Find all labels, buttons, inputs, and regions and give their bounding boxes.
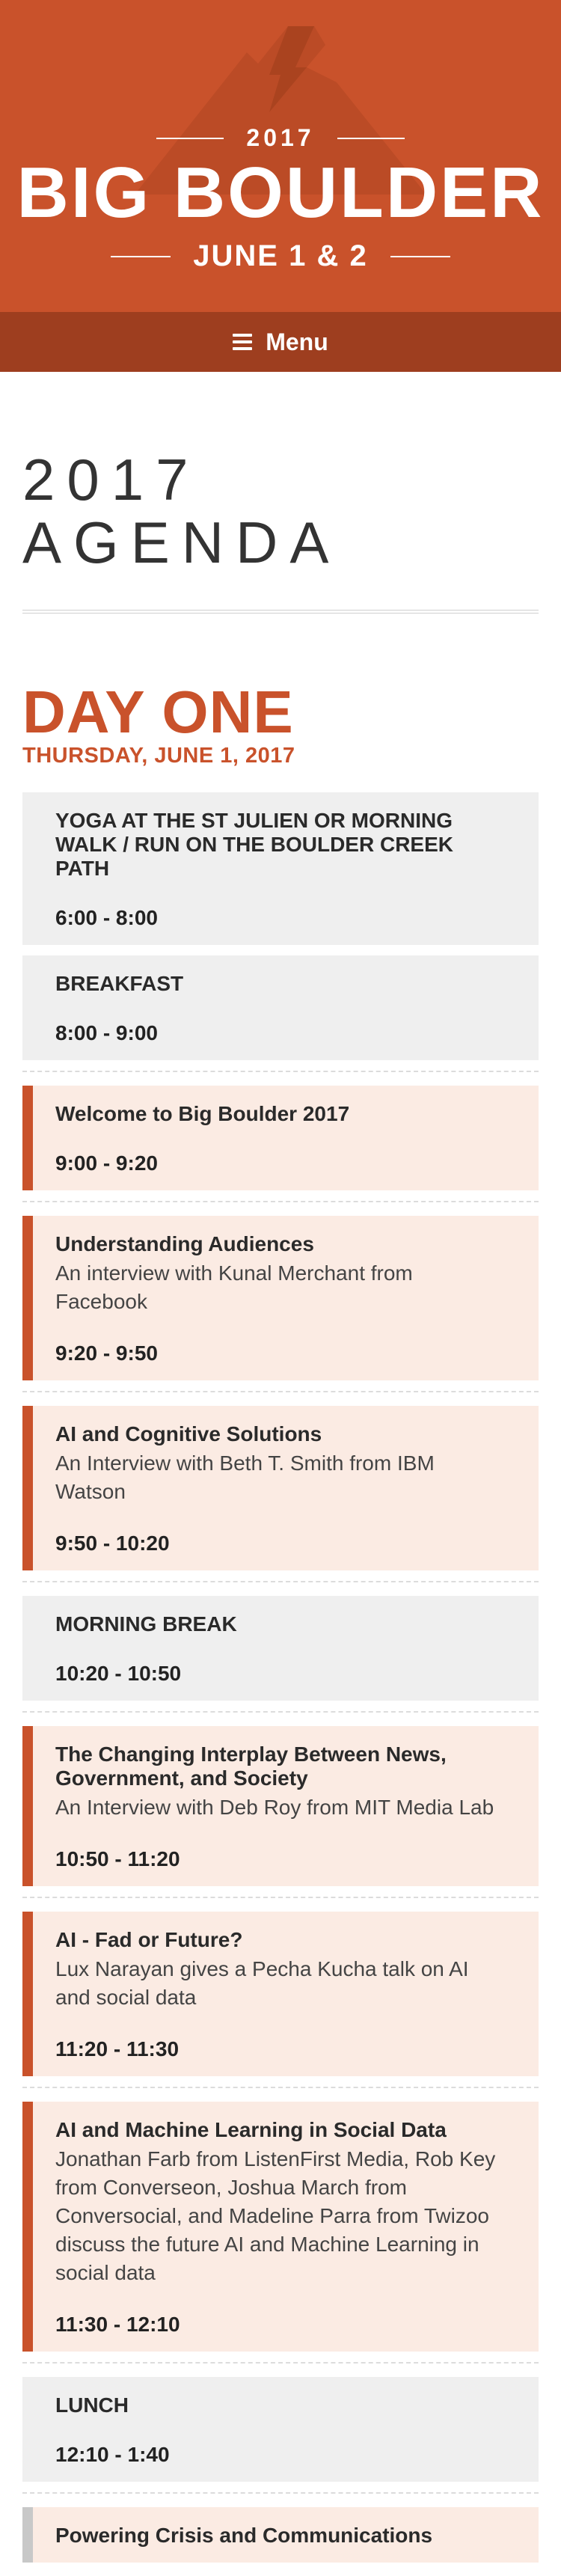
dashed-divider [22, 1897, 539, 1898]
agenda-list: YOGA AT THE ST JULIEN OR MORNING WALK / … [22, 792, 539, 2563]
title-divider [22, 610, 539, 614]
day-name: DAY ONE [22, 679, 294, 745]
agenda-item-time: 9:50 - 10:20 [55, 1532, 170, 1555]
header-year: 2017 [246, 124, 315, 151]
page-title: 2017 AGENDA [22, 448, 539, 574]
agenda-item-time: 10:50 - 11:20 [55, 1847, 180, 1870]
dashed-divider [22, 1201, 539, 1202]
agenda-item-title: Powering Crisis and Communications [55, 2524, 433, 2547]
agenda-item-description: Lux Narayan gives a Pecha Kucha talk on … [55, 1957, 469, 2009]
header-rule-left [156, 137, 224, 139]
agenda-item-time: 8:00 - 9:00 [55, 1021, 158, 1044]
hamburger-icon [233, 334, 253, 350]
agenda-item[interactable]: AI - Fad or Future? Lux Narayan gives a … [22, 1912, 539, 2076]
agenda-item[interactable]: Welcome to Big Boulder 2017 9:00 - 9:20 [22, 1086, 539, 1190]
dashed-divider [22, 2492, 539, 2494]
agenda-item-title: AI and Cognitive Solutions [55, 1422, 322, 1445]
agenda-item-title: BREAKFAST [55, 972, 184, 995]
header-rule-right [337, 137, 405, 139]
agenda-item-time: 11:20 - 11:30 [55, 2037, 180, 2061]
menu-button[interactable]: Menu [0, 312, 561, 372]
agenda-item[interactable]: The Changing Interplay Between News, Gov… [22, 1726, 539, 1886]
agenda-item-title: The Changing Interplay Between News, Gov… [55, 1743, 447, 1790]
agenda-item[interactable]: BREAKFAST 8:00 - 9:00 [22, 955, 539, 1060]
dashed-divider [22, 1581, 539, 1582]
agenda-item-time: 10:20 - 10:50 [55, 1662, 182, 1685]
agenda-item-time: 9:00 - 9:20 [55, 1151, 158, 1175]
agenda-item-description: An interview with Kunal Merchant from Fa… [55, 1261, 413, 1313]
agenda-item[interactable]: AI and Machine Learning in Social Data J… [22, 2102, 539, 2352]
agenda-item-description: An Interview with Beth T. Smith from IBM… [55, 1451, 435, 1503]
agenda-item-title: YOGA AT THE ST JULIEN OR MORNING WALK / … [55, 809, 453, 880]
agenda-item-title: MORNING BREAK [55, 1612, 237, 1636]
agenda-item-description: Jonathan Farb from ListenFirst Media, Ro… [55, 2147, 496, 2284]
agenda-item-description: An Interview with Deb Roy from MIT Media… [55, 1796, 494, 1819]
dashed-divider [22, 2362, 539, 2364]
header-year-row: 2017 [0, 124, 561, 152]
day-heading: DAY ONE THURSDAY, JUNE 1, 2017 [22, 682, 539, 768]
agenda-item-time: 9:20 - 9:50 [55, 1341, 158, 1365]
agenda-item-time: 6:00 - 8:00 [55, 906, 158, 929]
header-title[interactable]: BIG BOULDER [0, 156, 561, 230]
site-header: 2017 BIG BOULDER JUNE 1 & 2 [0, 0, 561, 312]
agenda-item[interactable]: AI and Cognitive Solutions An Interview … [22, 1406, 539, 1570]
agenda-item-title: Understanding Audiences [55, 1232, 314, 1255]
agenda-item-title: Welcome to Big Boulder 2017 [55, 1102, 350, 1125]
agenda-item[interactable]: MORNING BREAK 10:20 - 10:50 [22, 1596, 539, 1701]
agenda-item-time: 11:30 - 12:10 [55, 2313, 180, 2336]
agenda-item[interactable]: Powering Crisis and Communications [22, 2507, 539, 2563]
header-rule-left [111, 255, 171, 257]
header-rule-right [390, 255, 450, 257]
dashed-divider [22, 1071, 539, 1072]
dashed-divider [22, 1391, 539, 1392]
agenda-item[interactable]: LUNCH 12:10 - 1:40 [22, 2377, 539, 2482]
page-title-line: 2017 [22, 447, 200, 513]
dashed-divider [22, 1711, 539, 1713]
page-title-line: AGENDA [22, 510, 341, 575]
agenda-item[interactable]: Understanding Audiences An interview wit… [22, 1216, 539, 1380]
header-dates-row: JUNE 1 & 2 [0, 239, 561, 273]
agenda-item-title: LUNCH [55, 2393, 129, 2417]
menu-label: Menu [266, 328, 328, 355]
day-date: THURSDAY, JUNE 1, 2017 [22, 744, 295, 768]
agenda-item-time: 12:10 - 1:40 [55, 2443, 170, 2466]
header-dates: JUNE 1 & 2 [193, 239, 368, 272]
dashed-divider [22, 2087, 539, 2088]
agenda-item-title: AI - Fad or Future? [55, 1928, 243, 1951]
agenda-item[interactable]: YOGA AT THE ST JULIEN OR MORNING WALK / … [22, 792, 539, 945]
agenda-item-title: AI and Machine Learning in Social Data [55, 2118, 447, 2141]
